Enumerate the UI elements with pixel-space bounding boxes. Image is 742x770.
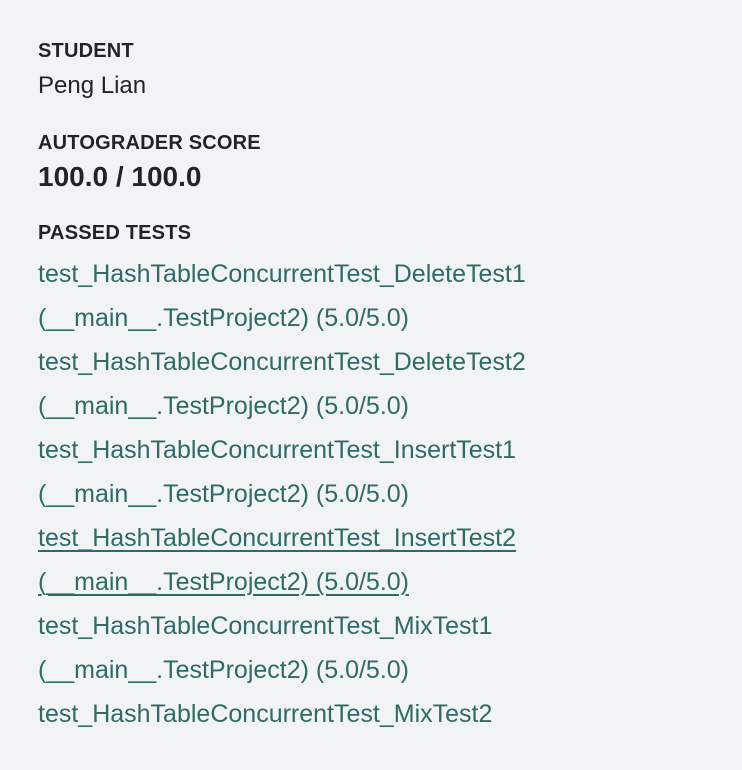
student-label: STUDENT (38, 40, 134, 62)
list-item: test_HashTableConcurrentTest_MixTest2 (38, 692, 704, 736)
passed-tests-label: PASSED TESTS (38, 222, 192, 244)
list-item: test_HashTableConcurrentTest_InsertTest1… (38, 428, 704, 516)
test-link-insert-test-2[interactable]: test_HashTableConcurrentTest_InsertTest2… (38, 516, 678, 604)
test-name: test_HashTableConcurrentTest_DeleteTest2 (38, 348, 526, 376)
test-detail: (__main__.TestProject2) (5.0/5.0) (38, 656, 410, 684)
list-item: test_HashTableConcurrentTest_MixTest1 (_… (38, 604, 704, 692)
autograder-score-value: 100.0 / 100.0 (38, 161, 202, 192)
test-link-insert-test-1[interactable]: test_HashTableConcurrentTest_InsertTest1… (38, 428, 678, 516)
test-detail: (__main__.TestProject2) (5.0/5.0) (38, 304, 410, 332)
test-link-delete-test-2[interactable]: test_HashTableConcurrentTest_DeleteTest2… (38, 340, 678, 428)
test-name: test_HashTableConcurrentTest_MixTest1 (38, 612, 493, 640)
student-name: Peng Lian (38, 72, 147, 99)
test-link-mix-test-1[interactable]: test_HashTableConcurrentTest_MixTest1 (_… (38, 604, 678, 692)
list-item: test_HashTableConcurrentTest_InsertTest2… (38, 516, 704, 604)
test-link-mix-test-2[interactable]: test_HashTableConcurrentTest_MixTest2 (38, 692, 678, 736)
test-name: test_HashTableConcurrentTest_DeleteTest1 (38, 260, 526, 288)
list-item: test_HashTableConcurrentTest_DeleteTest1… (38, 252, 704, 340)
test-name: test_HashTableConcurrentTest_InsertTest2 (38, 524, 517, 552)
submission-summary-panel: STUDENT Peng Lian AUTOGRADER SCORE 100.0… (0, 0, 742, 770)
test-detail: (__main__.TestProject2) (5.0/5.0) (38, 480, 410, 508)
test-name: test_HashTableConcurrentTest_InsertTest1 (38, 436, 517, 464)
passed-tests-list: test_HashTableConcurrentTest_DeleteTest1… (38, 252, 704, 736)
list-item: test_HashTableConcurrentTest_DeleteTest2… (38, 340, 704, 428)
test-detail: (__main__.TestProject2) (5.0/5.0) (38, 392, 410, 420)
test-name: test_HashTableConcurrentTest_MixTest2 (38, 700, 493, 728)
autograder-score-label: AUTOGRADER SCORE (38, 132, 261, 154)
test-detail: (__main__.TestProject2) (5.0/5.0) (38, 568, 410, 596)
test-link-delete-test-1[interactable]: test_HashTableConcurrentTest_DeleteTest1… (38, 252, 678, 340)
